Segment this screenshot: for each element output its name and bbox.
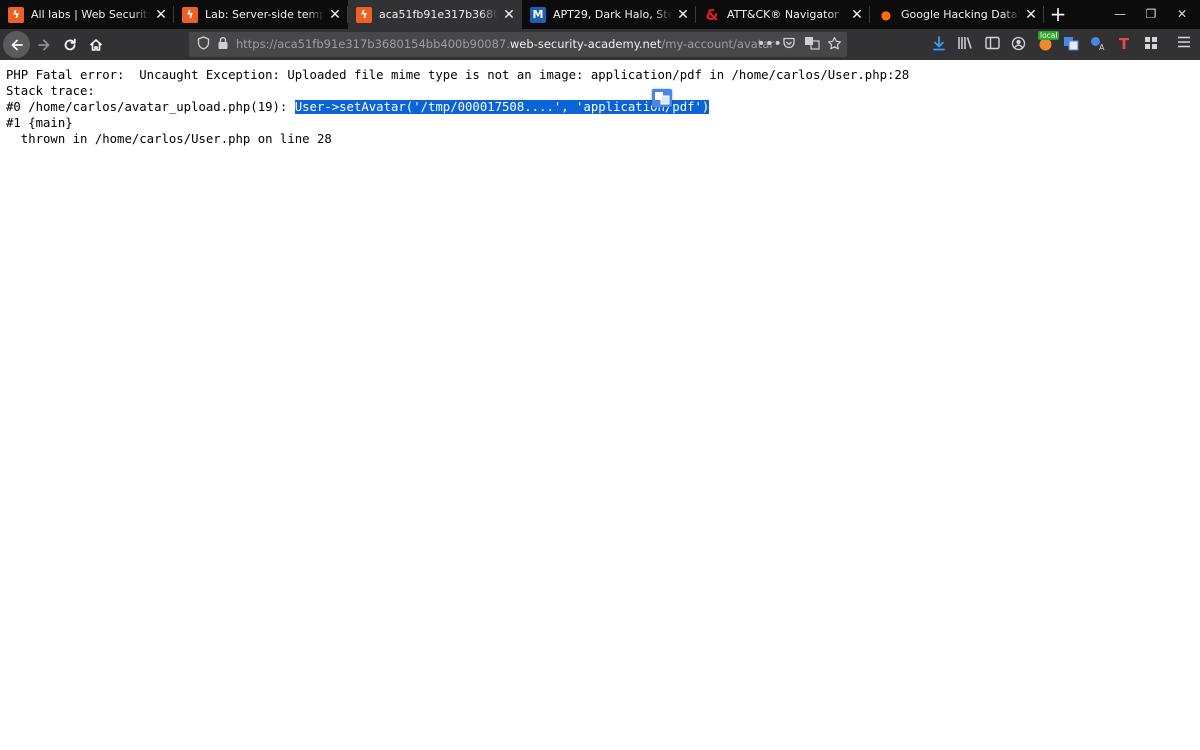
- stack-frame-0: #0 /home/carlos/avatar_upload.php(19): U…: [6, 99, 909, 115]
- close-tab-icon[interactable]: ✕: [328, 8, 342, 22]
- tab-title: aca51fb91e317b3680154bb400b90087.web-sec…: [379, 8, 498, 21]
- stack-frame-0-prefix: #0 /home/carlos/avatar_upload.php(19):: [6, 100, 295, 114]
- tab-attack-navigator[interactable]: & ATT&CK® Navigator ✕: [696, 0, 870, 29]
- close-tab-icon[interactable]: ✕: [676, 8, 690, 22]
- tab-title: Lab: Server-side template injection: [205, 8, 324, 21]
- bookmark-star-icon[interactable]: [826, 36, 842, 52]
- thrown-location-line: thrown in /home/carlos/User.php on line …: [6, 132, 332, 146]
- downloads-arrow-icon[interactable]: [931, 36, 947, 52]
- stack-frame-1: #1 {main}: [6, 116, 73, 130]
- web-security-academy-favicon-icon: ϟ: [8, 6, 24, 23]
- close-window-icon[interactable]: ✕: [1174, 6, 1190, 22]
- svg-text:A: A: [1099, 43, 1105, 51]
- home-icon[interactable]: [84, 33, 108, 57]
- php-error-output: PHP Fatal error: Uncaught Exception: Upl…: [6, 67, 909, 147]
- tampermonkey-t-icon[interactable]: T: [1116, 36, 1132, 52]
- translate-selection-icon[interactable]: [652, 89, 672, 107]
- fatal-error-line: PHP Fatal error: Uncaught Exception: Upl…: [6, 68, 910, 82]
- hamburger-menu-icon[interactable]: [1176, 36, 1192, 52]
- tracking-protection-shield-icon[interactable]: [195, 36, 211, 52]
- stack-trace-heading: Stack trace:: [6, 84, 95, 98]
- minimize-window-icon[interactable]: —: [1112, 6, 1128, 22]
- page-actions-ellipsis-icon[interactable]: •••: [757, 36, 782, 52]
- tab-apt29[interactable]: M APT29, Dark Halo, StellarParticle ✕: [522, 0, 696, 29]
- reload-icon[interactable]: [58, 33, 82, 57]
- new-tab-plus-icon[interactable]: +: [1048, 4, 1068, 24]
- account-icon[interactable]: [1010, 36, 1026, 52]
- tab-google-hacking-database[interactable]: ● Google Hacking Database (GHDB) ✕: [870, 0, 1044, 29]
- pocket-icon[interactable]: [781, 36, 797, 52]
- mitre-favicon-icon: M: [530, 6, 546, 23]
- language-switch-extension-icon[interactable]: A: [1090, 36, 1106, 52]
- sidebar-icon[interactable]: [984, 36, 1000, 52]
- extensions-puzzle-icon[interactable]: [1143, 36, 1159, 52]
- selected-text[interactable]: User->setAvatar('/tmp/000017508....', 'a…: [294, 100, 710, 114]
- close-tab-icon[interactable]: ✕: [1024, 8, 1038, 22]
- ampersand-favicon-icon: &: [705, 5, 719, 24]
- close-tab-icon[interactable]: ✕: [502, 8, 516, 22]
- url-subdomain: aca51fb91e317b3680154bb400b90087.: [277, 37, 510, 51]
- web-security-academy-favicon-icon: ϟ: [356, 6, 372, 23]
- tab-lab-ssti[interactable]: ϟ Lab: Server-side template injection ✕: [174, 0, 348, 29]
- extension-badge-local: local: [1038, 31, 1060, 40]
- url-host: web-security-academy.net: [509, 37, 662, 51]
- google-translate-extension-icon[interactable]: [1063, 36, 1079, 52]
- translate-page-icon[interactable]: [804, 36, 820, 52]
- tab-title: All labs | Web Security Academy: [31, 8, 150, 21]
- forward-arrow-icon[interactable]: [32, 33, 56, 57]
- tab-title: APT29, Dark Halo, StellarParticle: [553, 8, 672, 21]
- restore-window-icon[interactable]: ❐: [1143, 6, 1159, 22]
- tab-title: ATT&CK® Navigator: [727, 8, 839, 21]
- padlock-icon[interactable]: [215, 36, 231, 52]
- address-bar[interactable]: https://aca51fb91e317b3680154bb400b90087…: [189, 32, 847, 57]
- navigation-toolbar: https://aca51fb91e317b3680154bb400b90087…: [0, 29, 1200, 60]
- tab-strip: ϟ All labs | Web Security Academy ✕ ϟ La…: [0, 0, 1200, 29]
- exploit-db-favicon-icon: ●: [880, 7, 892, 22]
- tab-active-lab-instance[interactable]: ϟ aca51fb91e317b3680154bb400b90087.web-s…: [348, 0, 522, 29]
- url-text[interactable]: https://aca51fb91e317b3680154bb400b90087…: [236, 37, 774, 51]
- library-icon[interactable]: [957, 36, 973, 52]
- back-arrow-icon[interactable]: [3, 31, 30, 58]
- url-scheme: https://: [236, 37, 278, 51]
- close-tab-icon[interactable]: ✕: [154, 8, 168, 22]
- close-tab-icon[interactable]: ✕: [850, 8, 864, 22]
- tab-all-labs[interactable]: ϟ All labs | Web Security Academy ✕: [0, 0, 174, 29]
- tab-title: Google Hacking Database (GHDB): [901, 8, 1020, 21]
- web-security-academy-favicon-icon: ϟ: [182, 6, 198, 23]
